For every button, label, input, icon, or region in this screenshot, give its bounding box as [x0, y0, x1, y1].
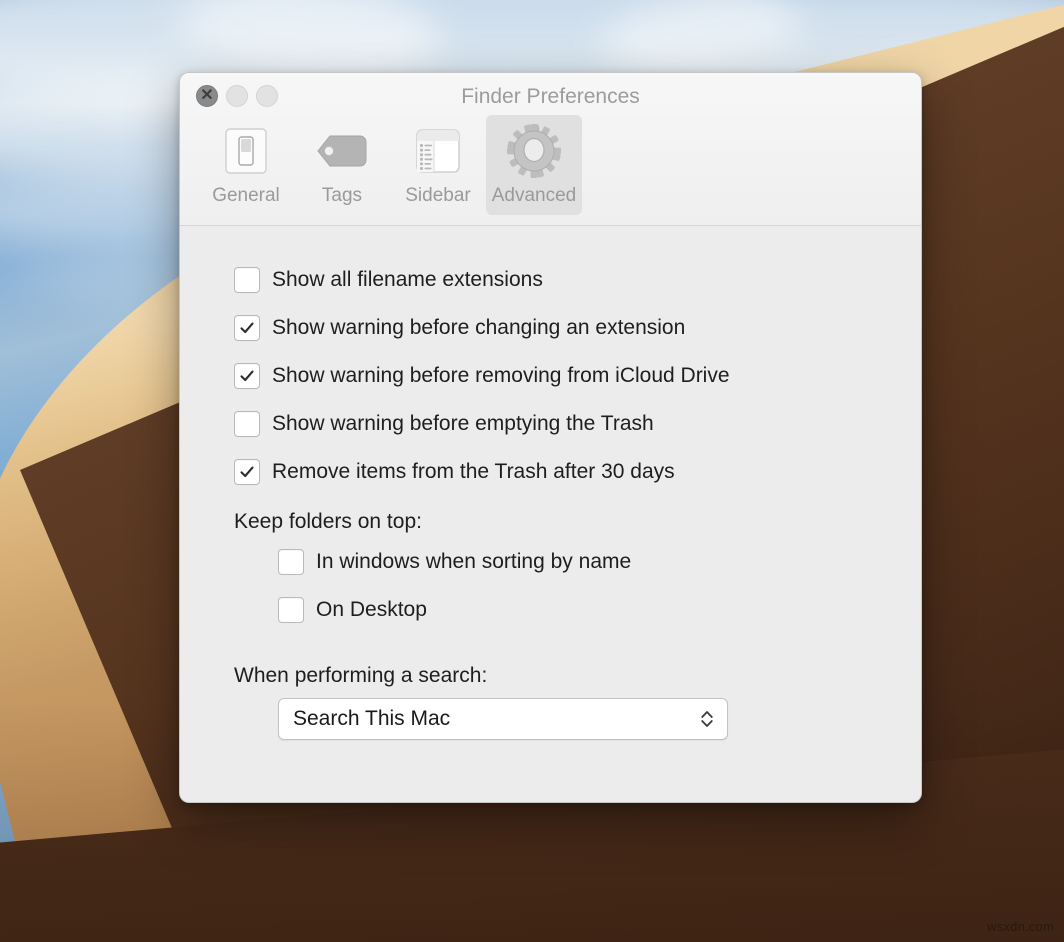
checkbox-label: Show warning before changing an extensio… [272, 316, 686, 339]
window-title: Finder Preferences [461, 85, 640, 108]
checkbox-show-all-filename-extensions[interactable] [234, 267, 260, 293]
checkbox-in-windows-when-sorting-by-name[interactable] [278, 549, 304, 575]
tab-label: Tags [321, 185, 363, 206]
checkbox-show-warning-emptying-trash[interactable] [234, 411, 260, 437]
checkbox-label: On Desktop [316, 598, 427, 621]
row-remove-items-trash-30-days[interactable]: Remove items from the Trash after 30 day… [234, 448, 921, 496]
tab-general[interactable]: General [198, 115, 294, 215]
advanced-pane: Show all filename extensions Show warnin… [180, 226, 921, 802]
finder-preferences-window: ✕ Finder Preferences General Tags Sideba… [179, 72, 922, 803]
row-keep-folders-in-windows[interactable]: In windows when sorting by name [278, 538, 921, 586]
gear-icon [486, 121, 582, 181]
when-performing-search-label: When performing a search: [234, 664, 488, 687]
search-scope-dropdown[interactable]: Search This Mac [278, 698, 728, 740]
sidebar-window-icon [390, 121, 486, 181]
checkbox-label: Show all filename extensions [272, 268, 543, 291]
keep-folders-on-top-label: Keep folders on top: [234, 510, 422, 533]
checkbox-show-warning-removing-icloud[interactable] [234, 363, 260, 389]
checkmark-icon [240, 370, 254, 382]
row-show-warning-emptying-trash[interactable]: Show warning before emptying the Trash [234, 400, 921, 448]
checkbox-show-warning-changing-extension[interactable] [234, 315, 260, 341]
search-scope-wrapper: Search This Mac [278, 698, 921, 740]
chevron-up-down-icon [699, 708, 715, 730]
checkbox-on-desktop[interactable] [278, 597, 304, 623]
tab-tags[interactable]: Tags [294, 115, 390, 215]
row-keep-folders-on-desktop[interactable]: On Desktop [278, 586, 921, 634]
checkbox-label: Show warning before emptying the Trash [272, 412, 654, 435]
checkbox-label: Show warning before removing from iCloud… [272, 364, 730, 387]
checkbox-remove-items-trash-30-days[interactable] [234, 459, 260, 485]
tab-sidebar[interactable]: Sidebar [390, 115, 486, 215]
tab-label: General [212, 185, 280, 206]
site-watermark: wsxdn.com [987, 919, 1054, 934]
preferences-toolbar: General Tags Sidebar Advanced [198, 115, 582, 215]
checkmark-icon [240, 322, 254, 334]
tab-label: Sidebar [405, 185, 471, 206]
search-scope-value: Search This Mac [293, 707, 451, 730]
checkbox-label: Remove items from the Trash after 30 day… [272, 460, 675, 483]
desktop-background: ✕ Finder Preferences General Tags Sideba… [0, 0, 1064, 942]
general-toggle-icon [198, 121, 294, 181]
checkmark-icon [240, 466, 254, 478]
tag-icon [294, 121, 390, 181]
checkbox-label: In windows when sorting by name [316, 550, 632, 573]
window-titlebar: ✕ Finder Preferences General Tags Sideba… [180, 73, 921, 226]
row-show-all-filename-extensions[interactable]: Show all filename extensions [234, 256, 921, 304]
tab-advanced[interactable]: Advanced [486, 115, 582, 215]
row-show-warning-changing-extension[interactable]: Show warning before changing an extensio… [234, 304, 921, 352]
tab-label: Advanced [491, 185, 577, 206]
row-show-warning-removing-icloud[interactable]: Show warning before removing from iCloud… [234, 352, 921, 400]
